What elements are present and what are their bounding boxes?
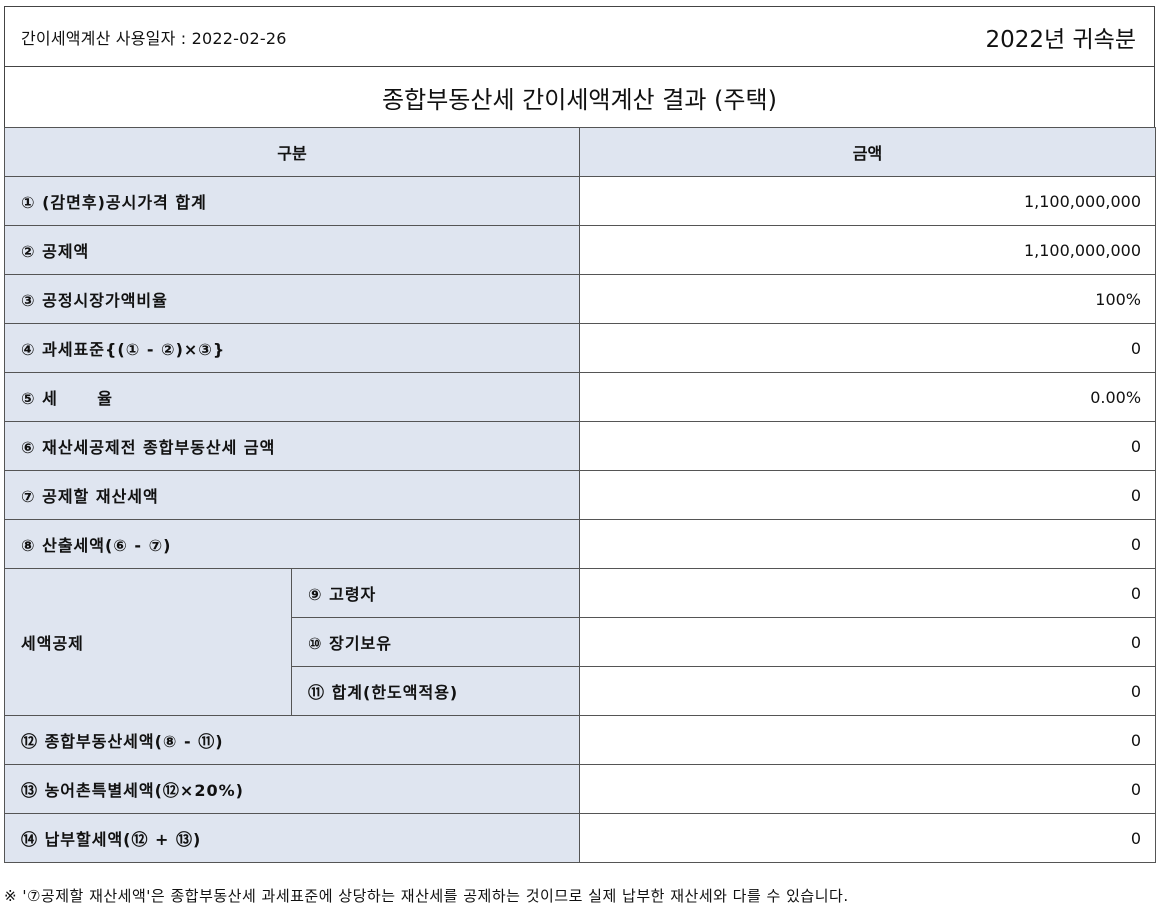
row-label-tax-rate: ⑤ 세 율 [3, 372, 581, 422]
row-value-property-tax-deduction: 0 [579, 470, 1157, 520]
table-row: ⑭ 납부할세액(⑫ + ⑬) 0 [3, 813, 1157, 863]
table-row: ② 공제액 1,100,000,000 [3, 225, 1157, 275]
row-label-deduction: ② 공제액 [3, 225, 581, 275]
row-label-rural-special-tax: ⑬ 농어촌특별세액(⑫×20%) [3, 764, 581, 814]
row-label-property-tax-deduction: ⑦ 공제할 재산세액 [3, 470, 581, 520]
row-value-rural-special-tax: 0 [579, 764, 1157, 814]
row-value-pre-deduction-tax: 0 [579, 421, 1157, 471]
row-label-long-term-credit: ⑩ 장기보유 [290, 617, 581, 667]
row-label-calculated-tax: ⑧ 산출세액(⑥ - ⑦) [3, 519, 581, 569]
row-value-long-term-credit: 0 [579, 617, 1157, 667]
table-row: ① (감면후)공시가격 합계 1,100,000,000 [3, 176, 1157, 226]
row-label-fair-market-ratio: ③ 공정시장가액비율 [3, 274, 581, 324]
table-row: ③ 공정시장가액비율 100% [3, 274, 1157, 324]
usage-date-label: 간이세액계산 사용일자 : 2022-02-26 [21, 28, 287, 48]
document-header: 간이세액계산 사용일자 : 2022-02-26 2022년 귀속분 [4, 6, 1155, 66]
row-label-credit-total: ⑪ 합계(한도액적용) [290, 666, 581, 716]
table-row: ⑤ 세 율 0.00% [3, 372, 1157, 422]
row-value-tax-rate: 0.00% [579, 372, 1157, 422]
tax-result-table: 구분 금액 ① (감면후)공시가격 합계 1,100,000,000 ② 공제액… [3, 127, 1157, 863]
result-document: 간이세액계산 사용일자 : 2022-02-26 2022년 귀속분 종합부동산… [3, 6, 1157, 863]
row-value-tax-base: 0 [579, 323, 1157, 373]
row-value-senior-credit: 0 [579, 568, 1157, 618]
row-value-comprehensive-tax: 0 [579, 715, 1157, 765]
table-row: ⑦ 공제할 재산세액 0 [3, 470, 1157, 520]
row-value-credit-total: 0 [579, 666, 1157, 716]
row-value-fair-market-ratio: 100% [579, 274, 1157, 324]
row-label-pre-deduction-tax: ⑥ 재산세공제전 종합부동산세 금액 [3, 421, 581, 471]
table-row: ④ 과세표준{(① - ②)×③} 0 [3, 323, 1157, 373]
table-row: ⑫ 종합부동산세액(⑧ - ⑪) 0 [3, 715, 1157, 765]
table-row: 세액공제 ⑨ 고령자 0 [4, 568, 1157, 716]
row-value-assessed-price-total: 1,100,000,000 [579, 176, 1157, 226]
row-label-payable-tax: ⑭ 납부할세액(⑫ + ⑬) [3, 813, 581, 863]
tax-year-label: 2022년 귀속분 [985, 26, 1136, 53]
table-row: ⑧ 산출세액(⑥ - ⑦) 0 [3, 519, 1157, 569]
table-row: ⑥ 재산세공제전 종합부동산세 금액 0 [3, 421, 1157, 471]
table-header-row: 구분 금액 [3, 127, 1157, 177]
group-label-tax-credit: 세액공제 [4, 568, 292, 716]
footnote: ※ '⑦공제할 재산세액'은 종합부동산세 과세표준에 상당하는 재산세를 공제… [4, 887, 849, 905]
column-header-amount: 금액 [579, 127, 1157, 177]
row-value-deduction: 1,100,000,000 [579, 225, 1157, 275]
row-label-assessed-price-total: ① (감면후)공시가격 합계 [3, 176, 581, 226]
row-value-calculated-tax: 0 [579, 519, 1157, 569]
row-label-tax-base: ④ 과세표준{(① - ②)×③} [3, 323, 581, 373]
page-title: 종합부동산세 간이세액계산 결과 (주택) [4, 66, 1155, 127]
row-label-comprehensive-tax: ⑫ 종합부동산세액(⑧ - ⑪) [3, 715, 581, 765]
column-header-category: 구분 [3, 127, 581, 177]
row-label-senior-credit: ⑨ 고령자 [290, 568, 581, 618]
table-row: ⑬ 농어촌특별세액(⑫×20%) 0 [3, 764, 1157, 814]
row-value-payable-tax: 0 [579, 813, 1157, 863]
